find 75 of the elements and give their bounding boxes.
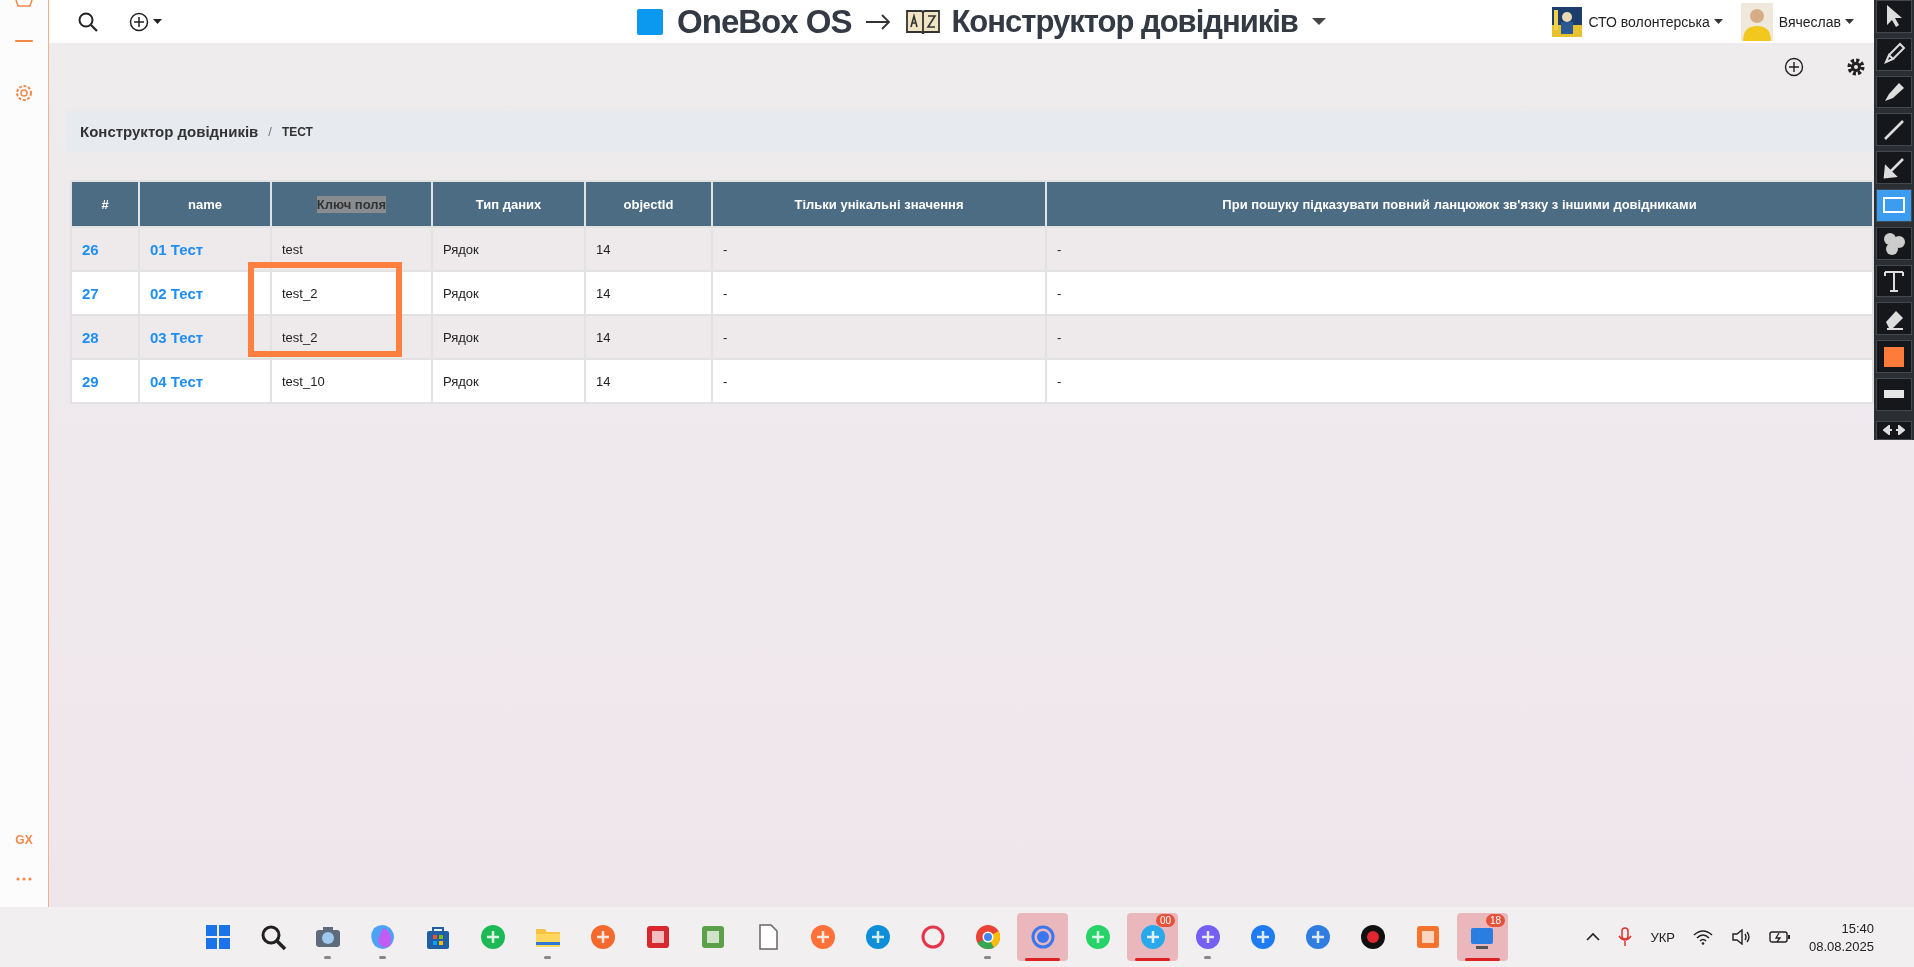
table-link[interactable]: 02 Тест [139, 271, 271, 315]
clock-date[interactable]: 08.08.2025 [1808, 938, 1874, 954]
column-header[interactable]: Тип даних [432, 181, 585, 227]
caret-icon[interactable] [1311, 17, 1326, 26]
table-cell: - [712, 271, 1046, 315]
language-indicator[interactable]: УКР [1650, 929, 1675, 945]
battery-icon[interactable] [1768, 930, 1791, 944]
table-cell: Рядок [432, 271, 585, 315]
table-cell: Рядок [432, 227, 585, 271]
table-cell: 14 [585, 359, 712, 403]
table-cell: 14 [585, 271, 712, 315]
column-header[interactable]: При пошуку підказувати повний ланцюжок зв'язку з іншими довідниками [1046, 181, 1873, 227]
table-link[interactable]: 28 [71, 315, 139, 359]
chevron-up-icon[interactable] [1586, 932, 1601, 942]
search-icon[interactable] [77, 10, 99, 33]
microphone-icon[interactable] [1618, 927, 1633, 947]
notification-badge: 18 [1485, 914, 1505, 927]
table-link[interactable]: 27 [71, 271, 139, 315]
tool-button[interactable] [1876, 151, 1912, 184]
tool-button[interactable] [1876, 226, 1912, 260]
table-cell: test_2 [271, 271, 432, 315]
notification-badge: 00 [1155, 914, 1175, 927]
caret-icon[interactable] [1845, 19, 1854, 24]
breadcrumb-link[interactable]: Конструктор довідників [80, 123, 259, 140]
breadcrumb-current: ТЕСТ [281, 124, 313, 139]
numbered-balls-icon [1881, 230, 1907, 257]
table-link[interactable]: 26 [71, 227, 139, 271]
column-header[interactable]: Ключ поля [271, 181, 432, 227]
arrow-icon [865, 13, 892, 30]
color-swatch-button[interactable] [1876, 340, 1912, 373]
add-icon[interactable] [1784, 57, 1804, 77]
table-cell: Рядок [432, 315, 585, 359]
clock-time[interactable]: 15:40 [1841, 920, 1874, 936]
table-cell: 14 [585, 315, 712, 359]
table-cell: - [712, 227, 1046, 271]
tool-button[interactable] [1876, 113, 1912, 147]
left-right-arrows-icon [1883, 425, 1905, 436]
tool-button[interactable] [1876, 0, 1912, 33]
column-header[interactable]: objectId [585, 181, 712, 227]
table-link[interactable]: 04 Тест [139, 359, 271, 403]
table-cell: - [712, 315, 1046, 359]
tool-button[interactable] [1876, 37, 1912, 71]
tool-button[interactable] [1876, 75, 1912, 109]
add-menu-icon[interactable] [129, 10, 165, 33]
table-link[interactable]: 29 [71, 359, 139, 403]
speaker-icon[interactable] [1730, 929, 1751, 945]
table-cell: test_10 [271, 359, 432, 403]
table-cell: - [1046, 271, 1873, 315]
settings-icon[interactable] [1846, 57, 1866, 77]
line-width-button[interactable] [1876, 377, 1912, 411]
wifi-icon[interactable] [1692, 929, 1713, 945]
section-title[interactable]: Конструктор довідників [951, 3, 1298, 40]
table-cell: - [712, 359, 1046, 403]
organization-selector[interactable]: СТО волонтерська [1588, 13, 1710, 30]
tool-button[interactable] [1876, 189, 1912, 222]
tool-button[interactable] [1876, 264, 1912, 298]
user-menu[interactable]: Вячеслав [1778, 13, 1841, 30]
table-cell: - [1046, 315, 1873, 359]
column-header[interactable]: Тільки унікальні значення [712, 181, 1046, 227]
breadcrumb-separator: / [268, 124, 272, 139]
square-logo-icon [637, 8, 664, 35]
table-cell: - [1046, 227, 1873, 271]
table-cell: 14 [585, 227, 712, 271]
taskbar-button[interactable]: 00 [1127, 913, 1178, 961]
column-header[interactable]: # [71, 181, 139, 227]
expand-button[interactable] [1876, 420, 1912, 441]
taskbar-button[interactable]: 18 [1457, 913, 1508, 961]
book-icon [905, 7, 942, 36]
column-header[interactable]: name [139, 181, 271, 227]
table-cell: - [1046, 359, 1873, 403]
tool-button[interactable] [1876, 302, 1912, 336]
brand-title[interactable]: OneBox OS [677, 2, 852, 41]
caret-icon[interactable] [1713, 19, 1723, 24]
table-link[interactable]: 01 Тест [139, 227, 271, 271]
table-cell: Рядок [432, 359, 585, 403]
